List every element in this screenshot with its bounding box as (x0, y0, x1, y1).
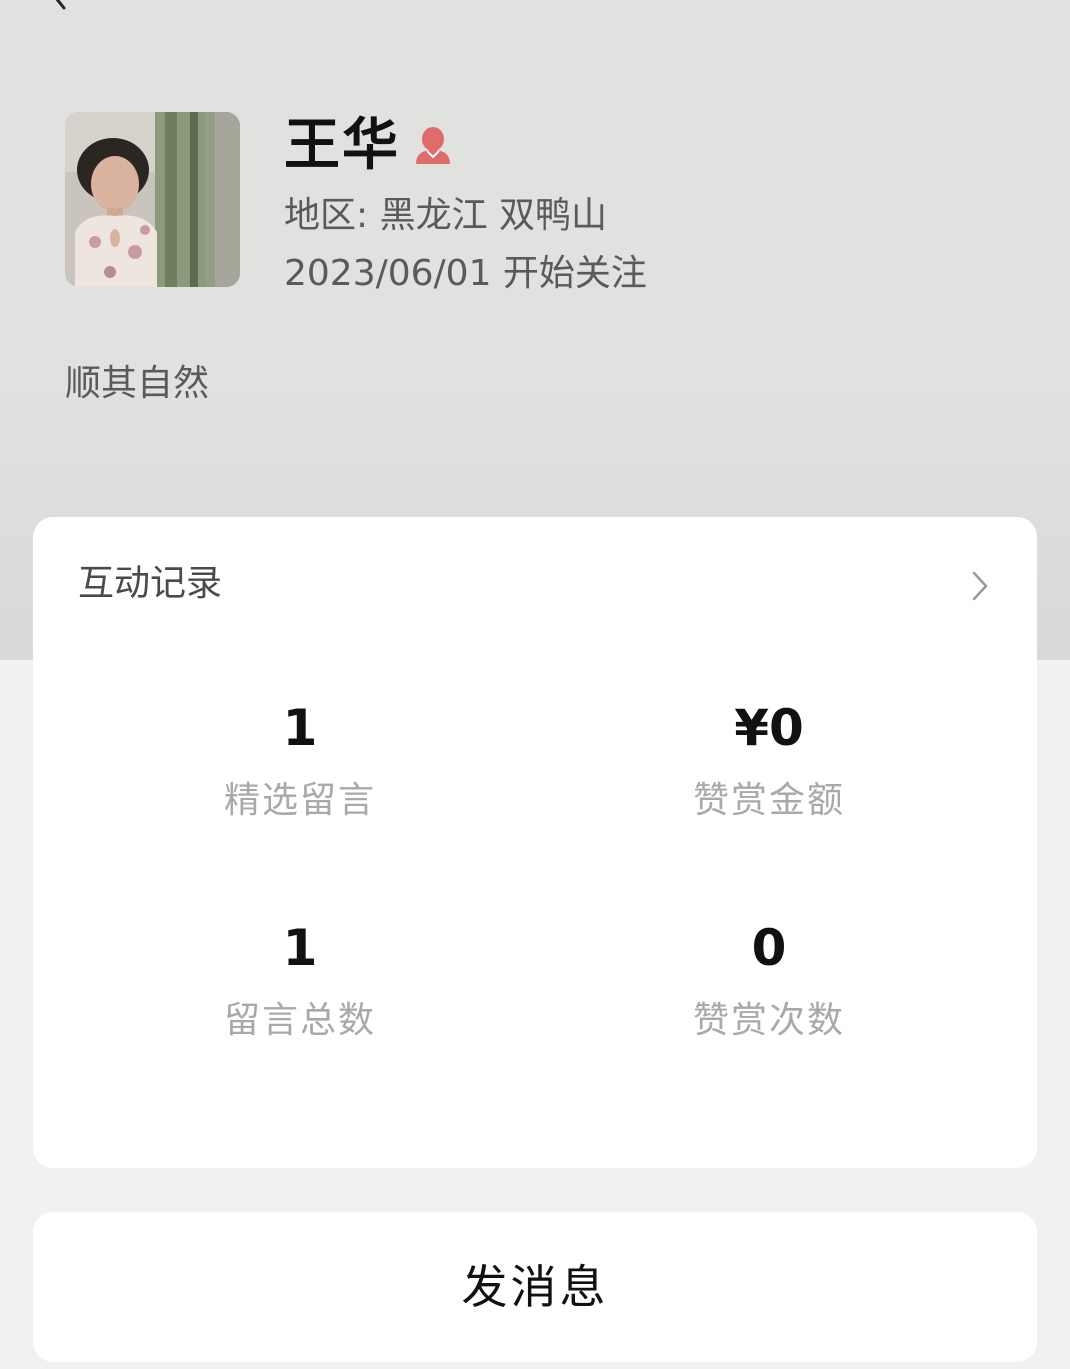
stat-label: 赞赏次数 (692, 1000, 845, 1041)
stat-value: 1 (282, 699, 318, 757)
stat-label: 精选留言 (223, 780, 376, 821)
profile-name: 王华 (284, 113, 400, 178)
avatar-photo (65, 112, 240, 287)
interaction-record-link[interactable]: 互动记录 (78, 561, 222, 607)
send-message-button[interactable]: 发消息 (33, 1212, 1037, 1362)
stat-reward-amount[interactable]: ¥0 赞赏金额 (589, 698, 949, 824)
chevron-right-icon[interactable] (967, 569, 993, 603)
stat-total-comments[interactable]: 1 留言总数 (120, 918, 480, 1044)
avatar[interactable] (65, 112, 240, 287)
follow-date: 2023/06/01 开始关注 (284, 253, 647, 294)
stat-value: ¥0 (734, 699, 804, 757)
stat-featured-comments[interactable]: 1 精选留言 (120, 698, 480, 824)
female-user-icon (416, 127, 450, 164)
stat-label: 赞赏金额 (692, 780, 845, 821)
stat-value: 0 (751, 919, 787, 977)
profile-region: 地区: 黑龙江 双鸭山 (284, 195, 608, 236)
stat-label: 留言总数 (223, 1000, 376, 1041)
profile-signature: 顺其自然 (65, 363, 210, 404)
stat-reward-count[interactable]: 0 赞赏次数 (589, 918, 949, 1044)
stat-value: 1 (282, 919, 318, 977)
interaction-card: 互动记录 1 精选留言 ¥0 赞赏金额 1 留言总数 0 赞赏次数 (33, 517, 1037, 1168)
send-message-label: 发消息 (461, 1261, 609, 1313)
back-arrow-icon[interactable] (48, 0, 72, 10)
